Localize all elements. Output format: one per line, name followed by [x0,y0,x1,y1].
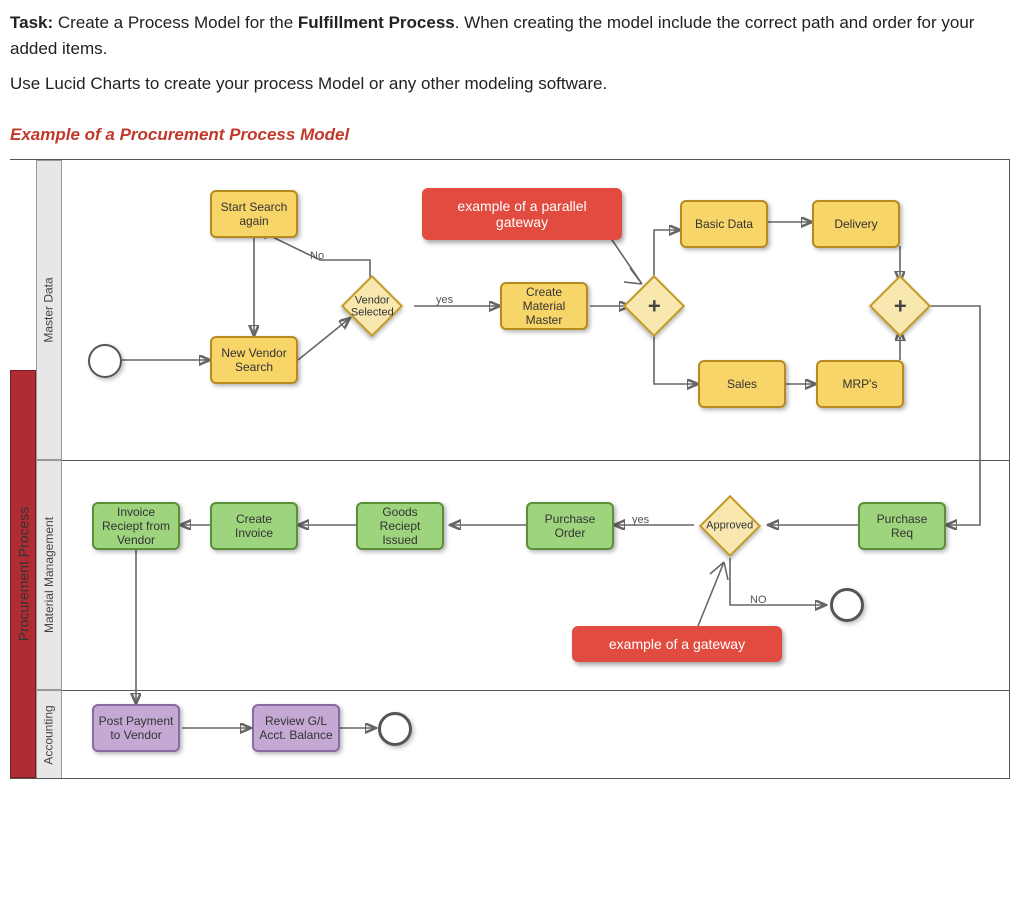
task-delivery: Delivery [812,200,900,248]
pool-title: Procurement Process [15,506,31,641]
gateway-parallel-split: + [623,274,685,336]
gateway-vendor-selected: Vendor Selected [341,274,403,336]
task-goods-receipt-issued: Goods Reciept Issued [356,502,444,550]
edge-label-no: No [310,250,324,262]
plus-icon: + [894,292,907,318]
callout-parallel-gateway: example of a parallel gateway [422,188,622,240]
task-text-1b: Fulfillment Process [298,13,455,32]
label: Purchase Order [532,512,608,540]
label: Post Payment to Vendor [98,714,174,742]
label: Review G/L Acct. Balance [258,714,334,742]
label: New Vendor Search [216,346,292,374]
task-line-2: Use Lucid Charts to create your process … [10,71,1014,97]
bpmn-diagram: Procurement Process Master Data Material… [10,159,1010,779]
task-purchase-order: Purchase Order [526,502,614,550]
task-sales: Sales [698,360,786,408]
task-mrps: MRP's [816,360,904,408]
example-heading: Example of a Procurement Process Model [10,125,1014,145]
task-basic-data: Basic Data [680,200,768,248]
label: Start Search again [216,200,292,228]
edge-label-yes2: yes [632,514,649,526]
label: Approved [706,520,753,532]
label: Vendor Selected [351,294,394,318]
label: MRP's [843,377,878,391]
task-create-invoice: Create Invoice [210,502,298,550]
edge-label-no2: NO [750,594,767,606]
lane-divider-1 [62,460,1009,461]
task-text-1a: Create a Process Model for the [58,13,298,32]
label: Create Invoice [216,512,292,540]
task-review-gl-balance: Review G/L Acct. Balance [252,704,340,752]
task-line-1: Task: Create a Process Model for the Ful… [10,10,1014,61]
label: Purchase Req [864,512,940,540]
lane-accounting: Accounting [36,690,62,779]
label: Invoice Reciept from Vendor [98,505,174,547]
gateway-parallel-join: + [869,274,931,336]
label: Create Material Master [506,285,582,327]
label: Sales [727,377,757,391]
pool-procurement-process: Procurement Process [10,370,36,778]
label: Goods Reciept Issued [362,505,438,547]
task-invoice-receipt-from-vendor: Invoice Reciept from Vendor [92,502,180,550]
task-create-material-master: Create Material Master [500,282,588,330]
label: Delivery [834,217,877,231]
task-post-payment-to-vendor: Post Payment to Vendor [92,704,180,752]
task-purchase-req: Purchase Req [858,502,946,550]
callout-text: example of a parallel gateway [457,198,586,230]
lane-material-management: Material Management [36,460,62,690]
lane-master-data: Master Data [36,160,62,460]
end-event-rejected [830,588,864,622]
task-new-vendor-search: New Vendor Search [210,336,298,384]
gateway-approved: Approved [699,494,761,556]
start-event [88,344,122,378]
end-event [378,712,412,746]
task-label: Task: [10,13,53,32]
lane2-label: Material Management [42,516,56,632]
task-start-search-again: Start Search again [210,190,298,238]
lane3-label: Accounting [42,705,56,764]
lane1-label: Master Data [42,277,56,342]
lane-divider-2 [62,690,1009,691]
callout-gateway: example of a gateway [572,626,782,662]
callout-text: example of a gateway [609,636,745,652]
connectors [10,160,1009,778]
edge-label-yes: yes [436,294,453,306]
plus-icon: + [648,292,661,318]
label: Basic Data [695,217,753,231]
